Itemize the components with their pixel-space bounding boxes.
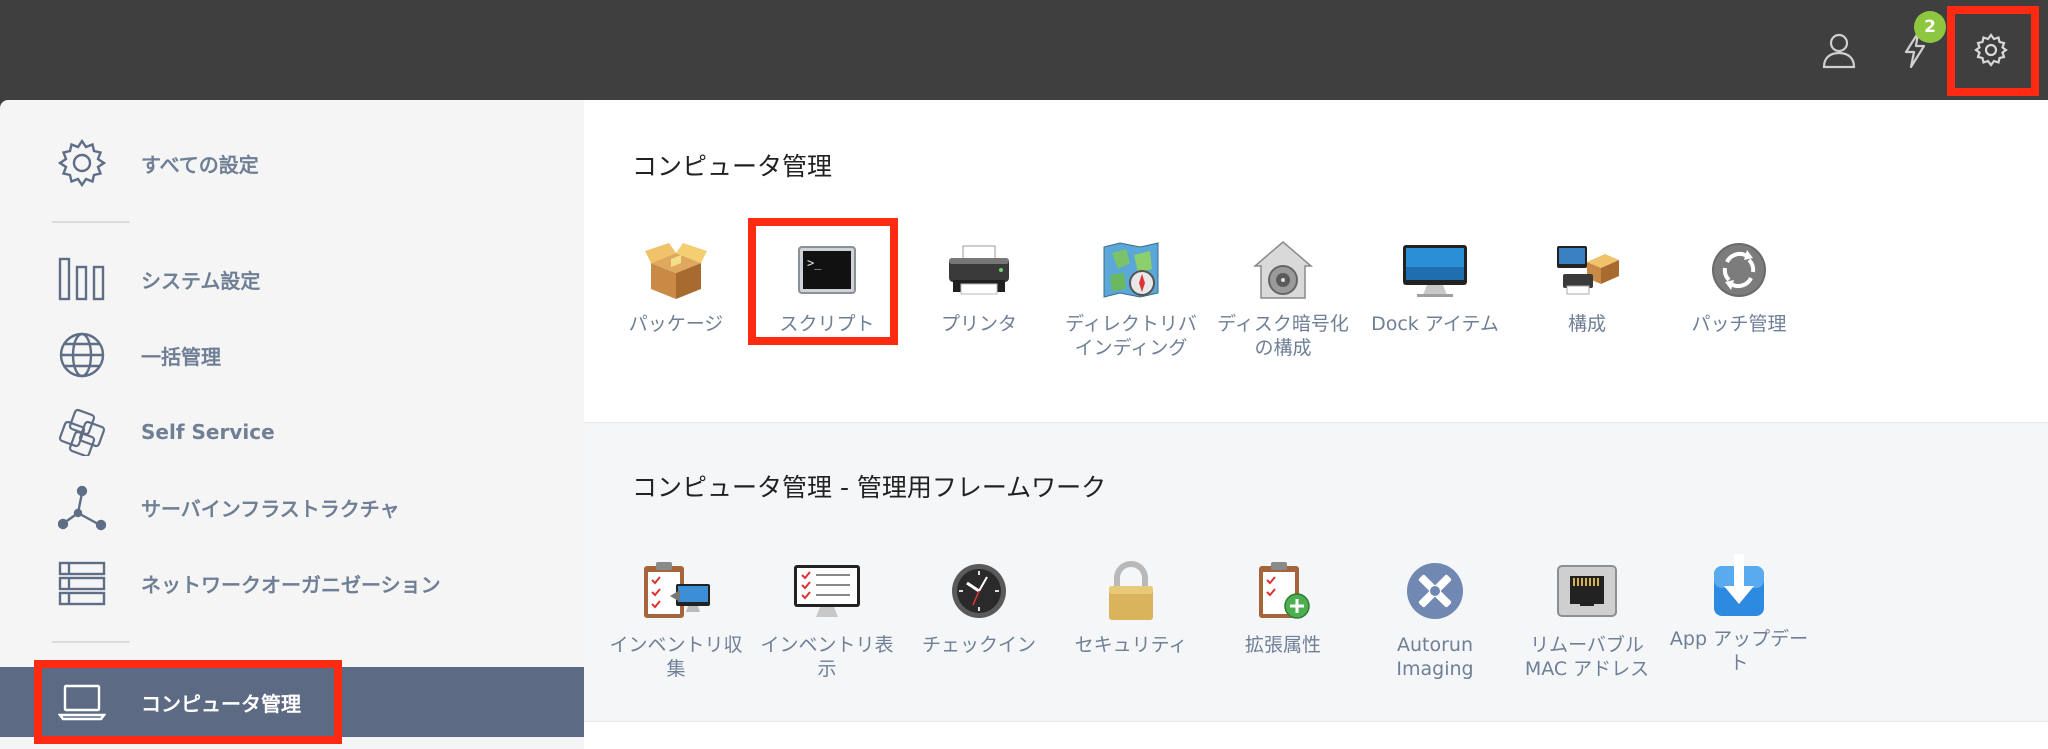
inventory-display-icon [789, 553, 865, 629]
computer-management-section: コンピュータ管理 パッケージ >_ スクリプト プリンタ ディレクトリバインディ… [584, 100, 2048, 422]
tile-label: Autorun Imaging [1396, 634, 1474, 680]
sidebar-item-all-settings[interactable]: すべての設定 [0, 128, 584, 198]
configuration-icon [1549, 232, 1625, 308]
tile-label: セキュリティ [1074, 634, 1188, 656]
tile-packages[interactable]: パッケージ [601, 232, 751, 336]
sidebar-item-label: Self Service [141, 420, 275, 444]
tile-label: ディレクトリバインディング [1065, 313, 1197, 359]
globe-icon [54, 327, 110, 383]
top-bar: 2 [0, 0, 2048, 100]
self-service-icon [54, 404, 110, 460]
clock-icon [941, 553, 1017, 629]
sidebar-item-label: すべての設定 [141, 152, 259, 177]
sidebar: すべての設定 システム設定 一括管理 Self Service サーバインフラス… [0, 100, 584, 749]
tile-inventory-display[interactable]: インベントリ表示 [752, 553, 902, 681]
bar-columns-icon [54, 251, 110, 307]
lock-icon [1093, 553, 1169, 629]
tile-label: Dock アイテム [1371, 313, 1499, 335]
sidebar-item-label: サーバインフラストラクチャ [141, 496, 400, 521]
package-icon [638, 232, 714, 308]
sidebar-divider [52, 641, 130, 643]
management-framework-section: コンピュータ管理 - 管理用フレームワーク インベントリ収集 インベントリ表示 … [584, 422, 2048, 722]
tile-label: インベントリ収集 [609, 634, 743, 680]
tile-label: App アップデート [1669, 628, 1809, 674]
tile-label: インベントリ表示 [760, 634, 894, 680]
sidebar-item-system-settings[interactable]: システム設定 [0, 244, 584, 314]
disk-encryption-icon [1245, 232, 1321, 308]
tile-removable-mac-addresses[interactable]: リムーバブル MAC アドレス [1512, 553, 1662, 681]
tile-label: パッケージ [628, 313, 724, 335]
tile-label: パッチ管理 [1691, 313, 1787, 335]
printer-icon [941, 232, 1017, 308]
dock-monitor-icon [1397, 232, 1473, 308]
tile-printers[interactable]: プリンタ [904, 232, 1054, 336]
section-title: コンピュータ管理 [632, 152, 833, 181]
sidebar-item-network-organization[interactable]: ネットワークオーガニゼーション [0, 548, 584, 618]
sidebar-divider [52, 221, 130, 223]
network-nodes-icon [54, 479, 110, 535]
tile-patch-management[interactable]: パッチ管理 [1664, 232, 1814, 336]
scripts-highlight-box [748, 218, 898, 345]
tile-dock-items[interactable]: Dock アイテム [1360, 232, 1510, 336]
sidebar-item-mass-management[interactable]: 一括管理 [0, 320, 584, 390]
tile-check-in[interactable]: チェックイン [904, 553, 1054, 657]
app-update-icon [1701, 547, 1777, 623]
tile-disk-encryption[interactable]: ディスク暗号化の構成 [1208, 232, 1358, 360]
gear-icon [54, 135, 110, 191]
ethernet-port-icon [1549, 553, 1625, 629]
tile-inventory-collection[interactable]: インベントリ収集 [601, 553, 751, 681]
main-panel: コンピュータ管理 パッケージ >_ スクリプト プリンタ ディレクトリバインディ… [584, 100, 2048, 749]
extension-attributes-icon [1245, 553, 1321, 629]
tile-label: リムーバブル MAC アドレス [1524, 634, 1650, 680]
tile-directory-bindings[interactable]: ディレクトリバインディング [1056, 232, 1206, 360]
directory-map-icon [1093, 232, 1169, 308]
tile-label: チェックイン [921, 634, 1036, 656]
tile-security[interactable]: セキュリティ [1056, 553, 1206, 657]
tile-configurations[interactable]: 構成 [1512, 232, 1662, 336]
notification-badge: 2 [1914, 11, 1946, 43]
sidebar-item-label: 一括管理 [141, 344, 221, 369]
sidebar-item-label: ネットワークオーガニゼーション [141, 572, 441, 597]
sidebar-item-server-infrastructure[interactable]: サーバインフラストラクチャ [0, 472, 584, 542]
settings-highlight-box [1947, 6, 2039, 96]
lower-section [584, 722, 2048, 749]
section-title: コンピュータ管理 - 管理用フレームワーク [632, 473, 1107, 502]
autorun-imaging-icon [1397, 553, 1473, 629]
computer-management-highlight-box [34, 660, 342, 744]
tile-label: ディスク暗号化の構成 [1217, 313, 1349, 359]
tile-autorun-imaging[interactable]: Autorun Imaging [1360, 553, 1510, 681]
tile-label: 構成 [1567, 313, 1606, 335]
tile-extension-attributes[interactable]: 拡張属性 [1208, 553, 1358, 657]
sidebar-item-self-service[interactable]: Self Service [0, 397, 584, 467]
tile-label: プリンタ [940, 313, 1017, 335]
sidebar-item-label: システム設定 [141, 268, 261, 293]
tile-app-updates[interactable]: App アップデート [1664, 547, 1814, 675]
tile-label: 拡張属性 [1244, 634, 1321, 656]
inventory-collection-icon [638, 553, 714, 629]
patch-icon [1701, 232, 1777, 308]
user-icon[interactable] [1813, 24, 1865, 76]
server-rack-icon [54, 555, 110, 611]
